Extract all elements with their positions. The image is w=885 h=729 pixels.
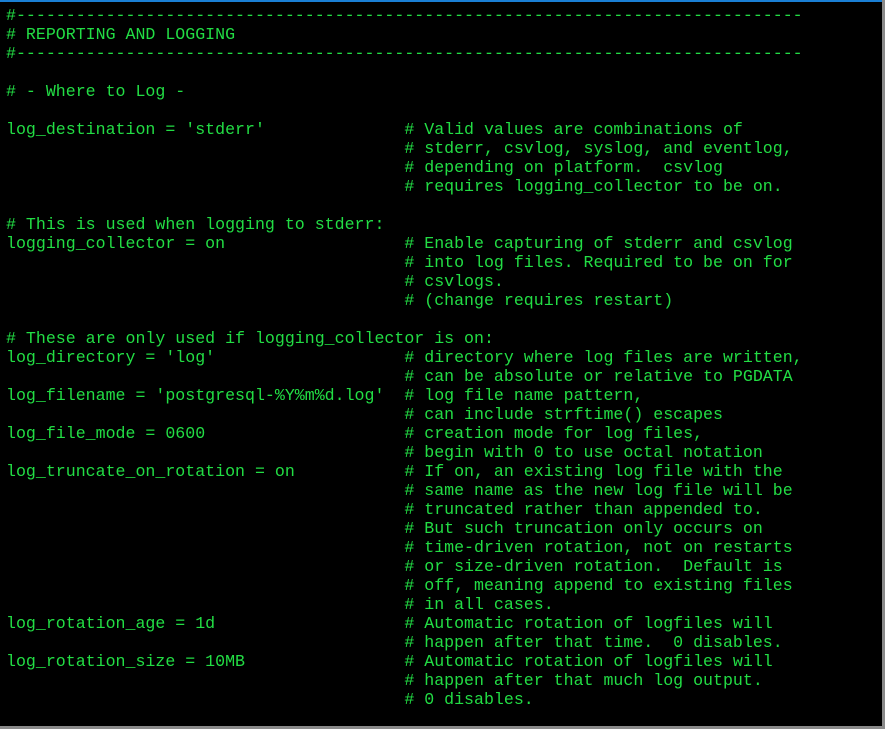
terminal-line: # (change requires restart): [6, 291, 674, 310]
terminal-line: # csvlogs.: [6, 272, 504, 291]
terminal-line: # These are only used if logging_collect…: [6, 329, 494, 348]
terminal-line: # can be absolute or relative to PGDATA: [6, 367, 793, 386]
terminal-line: log_truncate_on_rotation = on # If on, a…: [6, 462, 783, 481]
terminal-line: # or size-driven rotation. Default is: [6, 557, 783, 576]
terminal-line: log_rotation_size = 10MB # Automatic rot…: [6, 652, 773, 671]
terminal-line: # - Where to Log -: [6, 82, 186, 101]
terminal-line: # happen after that much log output.: [6, 671, 763, 690]
terminal-line: # 0 disables.: [6, 690, 534, 709]
terminal-line: log_filename = 'postgresql-%Y%m%d.log' #…: [6, 386, 644, 405]
terminal-line: # But such truncation only occurs on: [6, 519, 763, 538]
terminal-line: log_rotation_age = 1d # Automatic rotati…: [6, 614, 773, 633]
terminal-window[interactable]: #---------------------------------------…: [0, 0, 882, 726]
terminal-line: # off, meaning append to existing files: [6, 576, 793, 595]
terminal-line: #---------------------------------------…: [6, 6, 803, 25]
terminal-line: # depending on platform. csvlog: [6, 158, 723, 177]
terminal-line: # time-driven rotation, not on restarts: [6, 538, 793, 557]
terminal-line: # same name as the new log file will be: [6, 481, 793, 500]
terminal-text: #---------------------------------------…: [6, 6, 803, 709]
terminal-line: log_directory = 'log' # directory where …: [6, 348, 803, 367]
terminal-line: # into log files. Required to be on for: [6, 253, 793, 272]
terminal-line: log_file_mode = 0600 # creation mode for…: [6, 424, 704, 443]
terminal-line: # requires logging_collector to be on.: [6, 177, 783, 196]
terminal-line: # stderr, csvlog, syslog, and eventlog,: [6, 139, 793, 158]
terminal-line: # REPORTING AND LOGGING: [6, 25, 236, 44]
terminal-line: log_destination = 'stderr' # Valid value…: [6, 120, 743, 139]
terminal-line: # happen after that time. 0 disables.: [6, 633, 783, 652]
terminal-line: logging_collector = on # Enable capturin…: [6, 234, 793, 253]
terminal-line: # This is used when logging to stderr:: [6, 215, 385, 234]
terminal-line: #---------------------------------------…: [6, 44, 803, 63]
terminal-line: # begin with 0 to use octal notation: [6, 443, 763, 462]
terminal-line: # in all cases.: [6, 595, 554, 614]
terminal-line: # truncated rather than appended to.: [6, 500, 763, 519]
terminal-line: # can include strftime() escapes: [6, 405, 723, 424]
